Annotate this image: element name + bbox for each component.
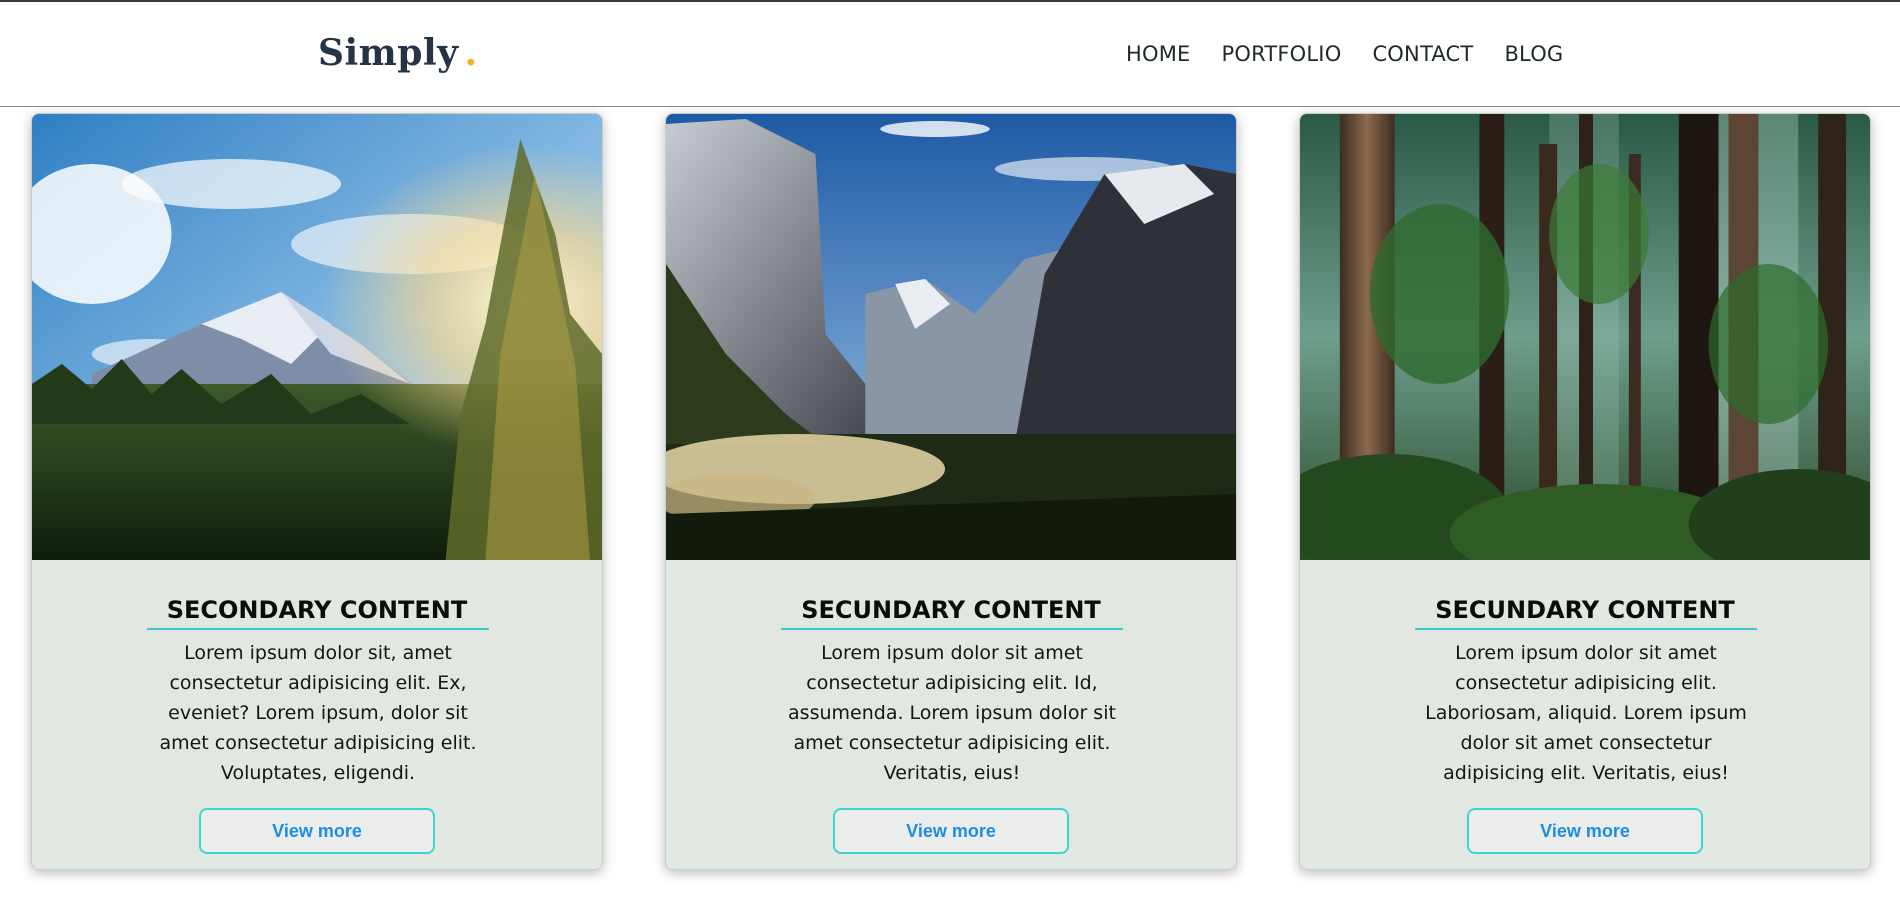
card-valley: SECUNDARY CONTENT Lorem ipsum dolor sit … xyxy=(665,113,1237,870)
view-more-button[interactable]: View more xyxy=(833,808,1069,854)
card-text: Lorem ipsum dolor sit amet consectetur a… xyxy=(788,642,1116,784)
nav-contact-link[interactable]: CONTACT xyxy=(1372,42,1473,66)
nav-portfolio-link[interactable]: PORTFOLIO xyxy=(1222,42,1342,66)
title-underline xyxy=(1415,628,1757,630)
nav-home-link[interactable]: HOME xyxy=(1126,42,1191,66)
card-body: SECUNDARY CONTENT Lorem ipsum dolor sit … xyxy=(1300,560,1870,869)
title-underline xyxy=(781,628,1123,630)
logo-dot: . xyxy=(464,32,478,74)
card-body: SECUNDARY CONTENT Lorem ipsum dolor sit … xyxy=(666,560,1236,869)
title-underline xyxy=(147,628,489,630)
card-forest: SECUNDARY CONTENT Lorem ipsum dolor sit … xyxy=(1299,113,1871,870)
logo-text: Simply xyxy=(318,32,459,74)
logo[interactable]: Simply. xyxy=(318,32,478,74)
forest-photo xyxy=(1300,114,1870,560)
nav-blog-link[interactable]: BLOG xyxy=(1504,42,1563,66)
view-more-button[interactable]: View more xyxy=(199,808,435,854)
card-mountain: SECONDARY CONTENT Lorem ipsum dolor sit,… xyxy=(31,113,603,870)
main-nav: HOME PORTFOLIO CONTACT BLOG xyxy=(1126,42,1563,66)
card-text: Lorem ipsum dolor sit amet consectetur a… xyxy=(1425,642,1747,784)
valley-photo xyxy=(666,114,1236,560)
mountain-photo xyxy=(32,114,602,560)
card-title: SECONDARY CONTENT xyxy=(166,596,468,624)
card-title: SECUNDARY CONTENT xyxy=(801,596,1101,624)
card-title: SECUNDARY CONTENT xyxy=(1435,596,1735,624)
navbar: Simply. HOME PORTFOLIO CONTACT BLOG xyxy=(0,2,1900,107)
view-more-button[interactable]: View more xyxy=(1467,808,1703,854)
card-text: Lorem ipsum dolor sit, amet consectetur … xyxy=(159,642,477,784)
card-body: SECONDARY CONTENT Lorem ipsum dolor sit,… xyxy=(32,560,602,869)
